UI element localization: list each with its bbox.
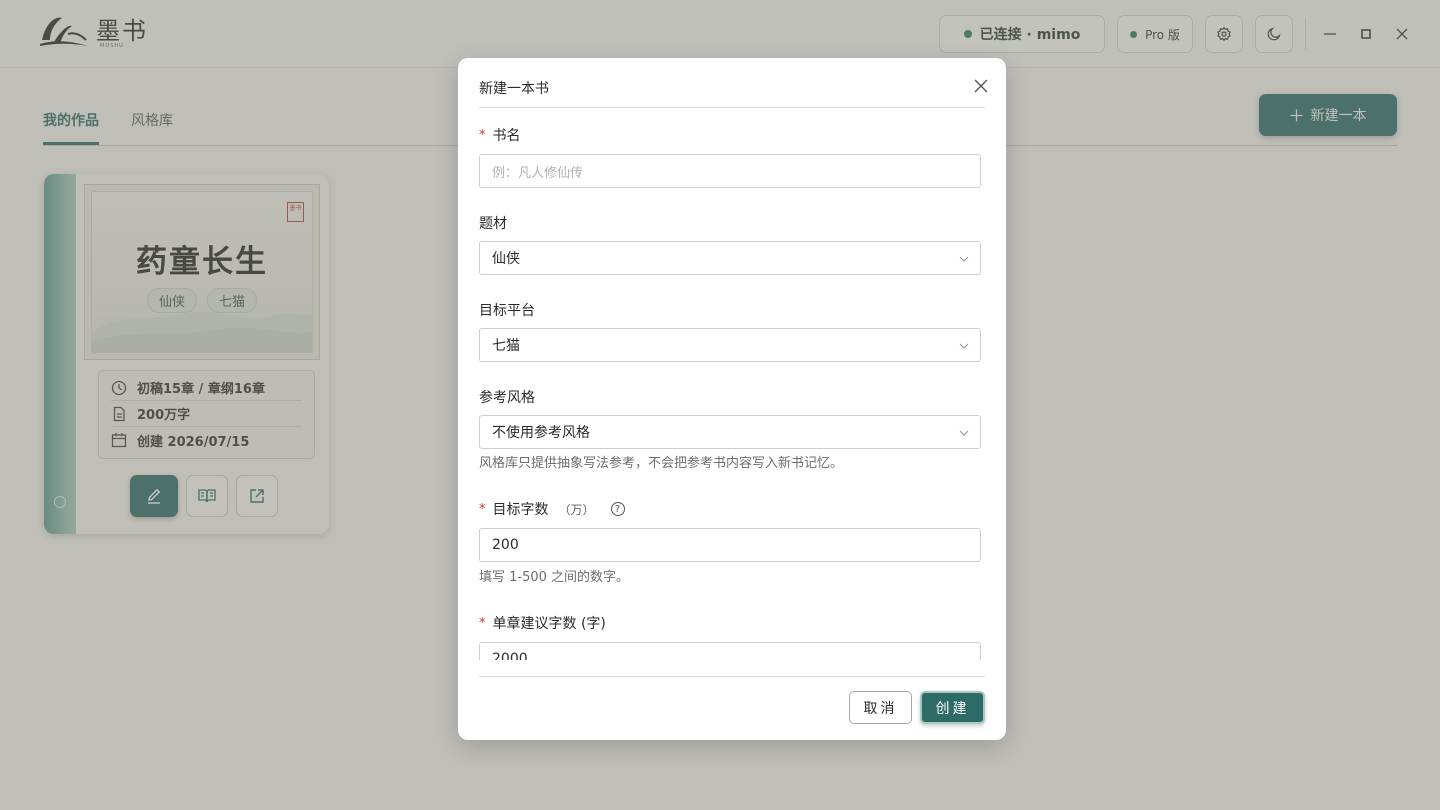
genre-value: 仙侠 bbox=[492, 251, 520, 267]
target-words-label: 目标字数 bbox=[492, 502, 549, 518]
cancel-button[interactable]: 取消 bbox=[849, 691, 912, 724]
genre-select[interactable]: 仙侠 bbox=[479, 241, 981, 275]
required-asterisk: * bbox=[479, 615, 486, 631]
required-asterisk: * bbox=[479, 127, 486, 143]
field-style: 参考风格 不使用参考风格 风格库只提供抽象写法参考，不会把参考书内容写入新书记忆… bbox=[479, 387, 981, 471]
field-label: 参考风格 bbox=[479, 387, 981, 407]
field-target-words: * 目标字数 （万） ? 200 填写 1-500 之间的数字。 bbox=[479, 499, 981, 585]
dialog-form: * 书名 例：凡人修仙传 题材 仙侠 目标平台 七猫 参考风格 不使用参考风格 bbox=[458, 108, 1006, 660]
chapter-words-label: 单章建议字数 (字) bbox=[492, 616, 606, 632]
dialog-close-button[interactable] bbox=[970, 75, 992, 97]
style-hint: 风格库只提供抽象写法参考，不会把参考书内容写入新书记忆。 bbox=[479, 456, 844, 471]
help-icon[interactable]: ? bbox=[610, 502, 625, 516]
target-words-hint: 填写 1-500 之间的数字。 bbox=[479, 570, 630, 585]
style-select[interactable]: 不使用参考风格 bbox=[479, 415, 981, 449]
close-icon bbox=[974, 79, 988, 93]
book-name-label: 书名 bbox=[492, 128, 521, 144]
chevron-down-icon bbox=[959, 256, 969, 262]
genre-label: 题材 bbox=[479, 216, 507, 232]
style-label: 参考风格 bbox=[479, 390, 535, 406]
field-label: 题材 bbox=[479, 213, 981, 233]
field-label: * 目标字数 （万） ? bbox=[479, 499, 981, 519]
chevron-down-icon bbox=[959, 430, 969, 436]
book-name-input[interactable]: 例：凡人修仙传 bbox=[479, 154, 981, 188]
field-label: 目标平台 bbox=[479, 300, 981, 320]
dialog-footer-divider bbox=[479, 676, 985, 677]
field-chapter-words: * 单章建议字数 (字) 2000 bbox=[479, 613, 981, 660]
required-asterisk: * bbox=[479, 501, 486, 517]
chevron-down-icon bbox=[959, 343, 969, 349]
field-genre: 题材 仙侠 bbox=[479, 213, 981, 275]
platform-select[interactable]: 七猫 bbox=[479, 328, 981, 362]
field-platform: 目标平台 七猫 bbox=[479, 300, 981, 362]
field-book-name: * 书名 例：凡人修仙传 bbox=[479, 125, 981, 188]
platform-value: 七猫 bbox=[492, 338, 520, 354]
field-label: * 书名 bbox=[479, 125, 981, 145]
platform-label: 目标平台 bbox=[479, 303, 535, 319]
chapter-words-input[interactable]: 2000 bbox=[479, 642, 981, 660]
dialog-title: 新建一本书 bbox=[479, 81, 549, 97]
new-book-dialog: 新建一本书 * 书名 例：凡人修仙传 题材 仙侠 目标平台 七猫 参考风格 不使… bbox=[458, 58, 1006, 740]
create-button[interactable]: 创建 bbox=[920, 691, 985, 724]
style-value: 不使用参考风格 bbox=[492, 425, 590, 441]
target-words-input[interactable]: 200 bbox=[479, 528, 981, 562]
field-label: * 单章建议字数 (字) bbox=[479, 613, 981, 633]
target-words-unit: （万） bbox=[558, 502, 595, 517]
